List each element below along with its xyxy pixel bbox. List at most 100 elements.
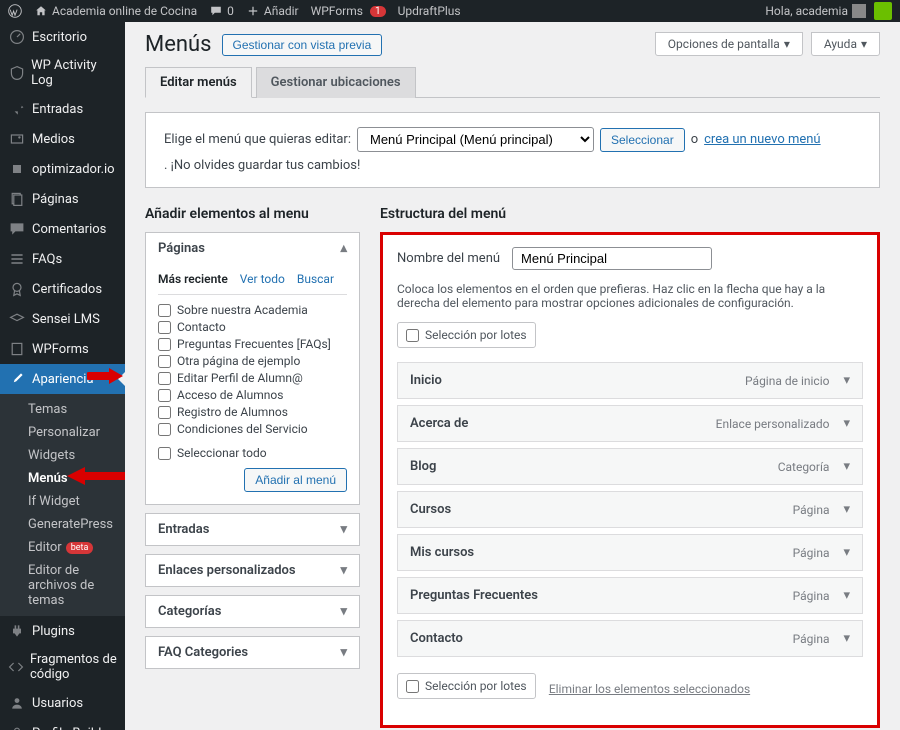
- page-checkbox-item[interactable]: Contacto: [158, 320, 347, 334]
- submenu-generatepress[interactable]: GeneratePress: [0, 513, 125, 536]
- wpforms-link[interactable]: WPForms1: [311, 4, 386, 18]
- subtab-recent[interactable]: Más reciente: [158, 272, 228, 286]
- postbox-paginas-toggle[interactable]: Páginas▴: [146, 233, 359, 264]
- menu-sensei[interactable]: Sensei LMS: [0, 304, 125, 334]
- menu-structure-item[interactable]: CursosPágina▾: [397, 491, 863, 528]
- comments-link[interactable]: 0: [209, 4, 234, 18]
- help-button[interactable]: Ayuda ▾: [811, 32, 880, 56]
- site-link[interactable]: Academia online de Cocina: [34, 4, 197, 18]
- menu-structure-item[interactable]: BlogCategoría▾: [397, 448, 863, 485]
- menu-posts[interactable]: Entradas: [0, 94, 125, 124]
- page-checkbox-item[interactable]: Sobre nuestra Academia: [158, 303, 347, 317]
- chevron-down-icon[interactable]: ▾: [843, 588, 850, 603]
- postbox-faqcat-toggle[interactable]: FAQ Categories▾: [146, 637, 359, 668]
- select-button[interactable]: Seleccionar: [600, 128, 685, 152]
- menu-faqs[interactable]: FAQs: [0, 244, 125, 274]
- menu-pages[interactable]: Páginas: [0, 184, 125, 214]
- menu-item-type: Página de inicio: [745, 374, 829, 388]
- menu-structure-item[interactable]: Preguntas FrecuentesPágina▾: [397, 577, 863, 614]
- menu-media[interactable]: Medios: [0, 124, 125, 154]
- postbox-categorias-toggle[interactable]: Categorías▾: [146, 596, 359, 627]
- chevron-down-icon[interactable]: ▾: [843, 502, 850, 517]
- page-checkbox-item[interactable]: Preguntas Frecuentes [FAQs]: [158, 337, 347, 351]
- howdy-link[interactable]: Hola, academia: [765, 4, 866, 18]
- menu-item-label: Acerca de: [410, 416, 468, 431]
- page-checkbox-item[interactable]: Acceso de Alumnos: [158, 388, 347, 402]
- highlighted-structure-box: Nombre del menú Coloca los elementos en …: [380, 232, 880, 728]
- submenu-ifwidget[interactable]: If Widget: [0, 490, 125, 513]
- tab-manage-locations[interactable]: Gestionar ubicaciones: [256, 67, 416, 98]
- pages-icon: [8, 190, 26, 208]
- chevron-down-icon[interactable]: ▾: [843, 416, 850, 431]
- beta-badge: beta: [66, 542, 94, 554]
- menu-name-input[interactable]: [512, 247, 712, 270]
- submenu-theme-editor[interactable]: Editor de archivos de temas: [0, 559, 125, 612]
- chevron-up-icon: ▴: [340, 241, 347, 256]
- subtab-all[interactable]: Ver todo: [240, 272, 285, 286]
- wp-logo[interactable]: [8, 4, 22, 18]
- menu-appearance[interactable]: Apariencia: [0, 364, 125, 394]
- admin-bar: Academia online de Cocina 0 Añadir WPFor…: [0, 0, 900, 22]
- page-checkbox-item[interactable]: Registro de Alumnos: [158, 405, 347, 419]
- updraft-link[interactable]: UpdraftPlus: [398, 4, 461, 18]
- bulk-select-bottom[interactable]: Selección por lotes: [397, 673, 536, 699]
- chevron-down-icon: ▾: [340, 604, 347, 619]
- avatar-icon: [852, 4, 866, 18]
- tab-edit-menus[interactable]: Editar menús: [145, 67, 252, 98]
- live-preview-button[interactable]: Gestionar con vista previa: [222, 34, 383, 56]
- chevron-down-icon[interactable]: ▾: [843, 373, 850, 388]
- menu-comments[interactable]: Comentarios: [0, 214, 125, 244]
- screen-options-button[interactable]: Opciones de pantalla ▾: [655, 32, 803, 56]
- postbox-entradas: Entradas▾: [145, 513, 360, 546]
- menu-item-label: Mis cursos: [410, 545, 474, 560]
- site-name: Academia online de Cocina: [52, 4, 197, 18]
- page-checkbox-item[interactable]: Otra página de ejemplo: [158, 354, 347, 368]
- create-menu-link[interactable]: crea un nuevo menú: [704, 132, 821, 147]
- menu-structure-item[interactable]: Mis cursosPágina▾: [397, 534, 863, 571]
- menu-structure-item[interactable]: Acerca de Enlace personalizado ▾: [397, 405, 863, 442]
- menu-activity-log[interactable]: WP Activity Log: [0, 52, 125, 94]
- submenu-customize[interactable]: Personalizar: [0, 421, 125, 444]
- menu-users[interactable]: Usuarios: [0, 688, 125, 718]
- postbox-categorias: Categorías▾: [145, 595, 360, 628]
- bulk-delete-link[interactable]: Eliminar los elementos seleccionados: [549, 682, 750, 696]
- pin-icon: [8, 100, 26, 118]
- chevron-down-icon: ▾: [861, 37, 867, 51]
- form-icon: [8, 340, 26, 358]
- submenu-menus[interactable]: Menús: [0, 467, 125, 490]
- chevron-down-icon[interactable]: ▾: [843, 631, 850, 646]
- postbox-enlaces-toggle[interactable]: Enlaces personalizados▾: [146, 555, 359, 586]
- menu-select[interactable]: Menú Principal (Menú principal): [357, 127, 594, 152]
- submenu-widgets[interactable]: Widgets: [0, 444, 125, 467]
- subtab-search[interactable]: Buscar: [297, 272, 334, 286]
- add-new-link[interactable]: Añadir: [246, 4, 299, 18]
- menu-profile-builder[interactable]: Profile Builder: [0, 718, 125, 730]
- menu-certificados[interactable]: Certificados: [0, 274, 125, 304]
- select-all[interactable]: Seleccionar todo: [158, 446, 267, 460]
- plugin-icon: [8, 160, 26, 178]
- menu-item-type: Enlace personalizado: [716, 417, 830, 431]
- menu-structure-item[interactable]: InicioPágina de inicio▾: [397, 362, 863, 399]
- chevron-down-icon[interactable]: ▾: [843, 459, 850, 474]
- nav-tabs: Editar menús Gestionar ubicaciones: [145, 67, 880, 98]
- postbox-faq-categories: FAQ Categories▾: [145, 636, 360, 669]
- menu-optimizador[interactable]: optimizador.io: [0, 154, 125, 184]
- chevron-down-icon: ▾: [784, 37, 790, 51]
- brush-icon: [8, 370, 26, 388]
- menu-dashboard[interactable]: Escritorio: [0, 22, 125, 52]
- menu-fragmentos[interactable]: Fragmentos de código: [0, 646, 125, 688]
- menu-structure-item[interactable]: ContactoPágina▾: [397, 620, 863, 657]
- bulk-select-top[interactable]: Selección por lotes: [397, 322, 536, 348]
- page-checkbox-item[interactable]: Condiciones del Servicio: [158, 422, 347, 436]
- dashboard-icon: [8, 28, 26, 46]
- chevron-down-icon[interactable]: ▾: [843, 545, 850, 560]
- page-checkbox-item[interactable]: Editar Perfil de Alumn@: [158, 371, 347, 385]
- menu-item-type: Categoría: [778, 460, 830, 474]
- submenu-themes[interactable]: Temas: [0, 398, 125, 421]
- menu-wpforms[interactable]: WPForms: [0, 334, 125, 364]
- debug-icon[interactable]: [874, 2, 892, 20]
- menu-plugins[interactable]: Plugins: [0, 616, 125, 646]
- submenu-editor[interactable]: Editorbeta: [0, 536, 125, 559]
- add-to-menu-button[interactable]: Añadir al menú: [244, 468, 347, 492]
- postbox-entradas-toggle[interactable]: Entradas▾: [146, 514, 359, 545]
